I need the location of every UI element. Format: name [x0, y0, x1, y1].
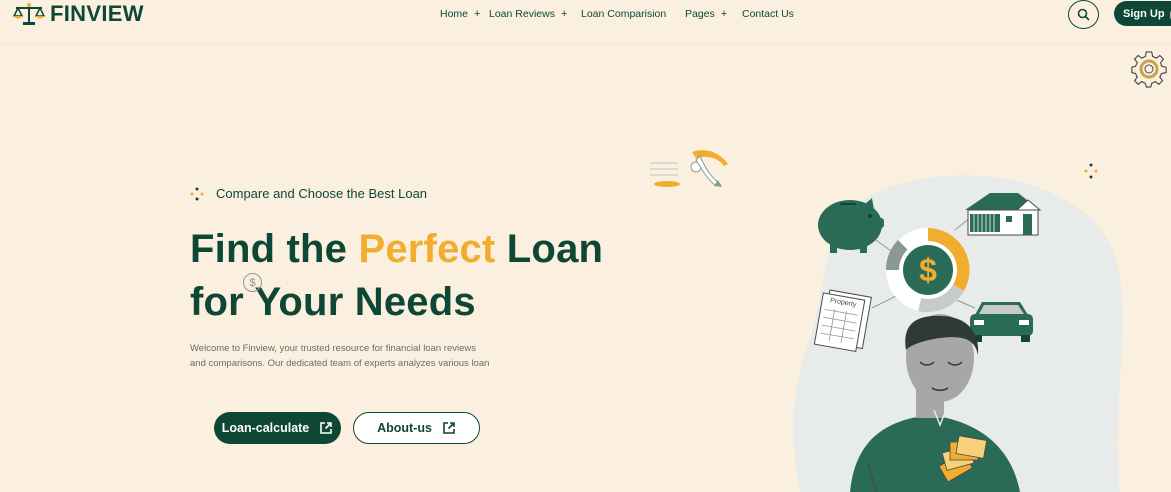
hero-description-line1: Welcome to Finview, your trusted resourc… [190, 343, 477, 354]
brand-name-prefix: FIN [50, 1, 87, 26]
nav-loan-comparison[interactable]: Loan Comparision [581, 8, 666, 20]
brand-name: FINVIEW [50, 1, 144, 27]
loan-calculate-label: Loan-calculate [221, 421, 310, 435]
pie-dollar-sign: $ [919, 252, 937, 288]
hero-description-line2: and comparisons. Our dedicated team of e… [190, 357, 490, 369]
search-button[interactable] [1068, 0, 1099, 29]
dollar-pie-icon: $ [885, 228, 970, 313]
nav-loan-reviews-label: Loan Reviews [489, 8, 555, 20]
nav-loan-reviews[interactable]: Loan Reviews + [489, 8, 567, 20]
brand-name-suffix: VIEW [86, 1, 144, 26]
nav-home-label: Home [440, 8, 469, 20]
car-icon [970, 302, 1033, 342]
about-us-button[interactable]: About-us [353, 412, 480, 444]
signup-button[interactable]: Sign Up [1114, 1, 1171, 26]
nav-pages[interactable]: Pages + [685, 8, 727, 20]
brand-logo[interactable]: FINVIEW [12, 0, 144, 28]
money-arrow-icon [650, 150, 728, 187]
site-header: FINVIEW Home + Loan Reviews + Loan Compa… [0, 0, 1171, 45]
sparkle-dots-icon [1084, 163, 1098, 179]
hero-illustration: $ Property [650, 150, 1123, 492]
search-icon [1077, 8, 1090, 21]
nav-pages-label: Pages [685, 8, 715, 20]
nav-home[interactable]: Home + [440, 8, 480, 20]
hero-eyebrow: Compare and Choose the Best Loan [190, 186, 427, 201]
hero-title-line2: for Your Needs [190, 280, 476, 324]
property-doc-icon: Property [813, 289, 872, 352]
gear-icon[interactable] [1128, 48, 1170, 90]
nav-contact[interactable]: Contact Us [742, 8, 794, 20]
nav-home-expand-icon[interactable]: + [474, 8, 480, 20]
nav-pages-expand-icon[interactable]: + [721, 8, 727, 20]
dollar-coin-icon: $ [243, 273, 262, 292]
about-us-label: About-us [377, 421, 432, 435]
hero-title-part1: Find the [190, 227, 359, 271]
loan-calculate-button[interactable]: Loan-calculate [214, 412, 341, 444]
hero-title-part2: Loan [495, 227, 604, 271]
nav-loan-comparison-label: Loan Comparision [581, 8, 667, 20]
external-link-icon [443, 422, 455, 434]
external-link-icon [320, 422, 333, 434]
nav-contact-label: Contact Us [742, 8, 794, 20]
hero-eyebrow-label: Compare and Choose the Best Loan [216, 186, 428, 201]
scale-logo-icon [12, 3, 46, 25]
hero-description: Welcome to Finview, your trusted resourc… [190, 342, 520, 371]
sparkle-dots-icon [190, 187, 204, 200]
nav-loan-reviews-expand-icon[interactable]: + [561, 8, 567, 20]
coin-symbol: $ [249, 276, 256, 289]
hero-title-highlight: Perfect [358, 227, 496, 271]
signup-label: Sign Up [1123, 7, 1165, 20]
